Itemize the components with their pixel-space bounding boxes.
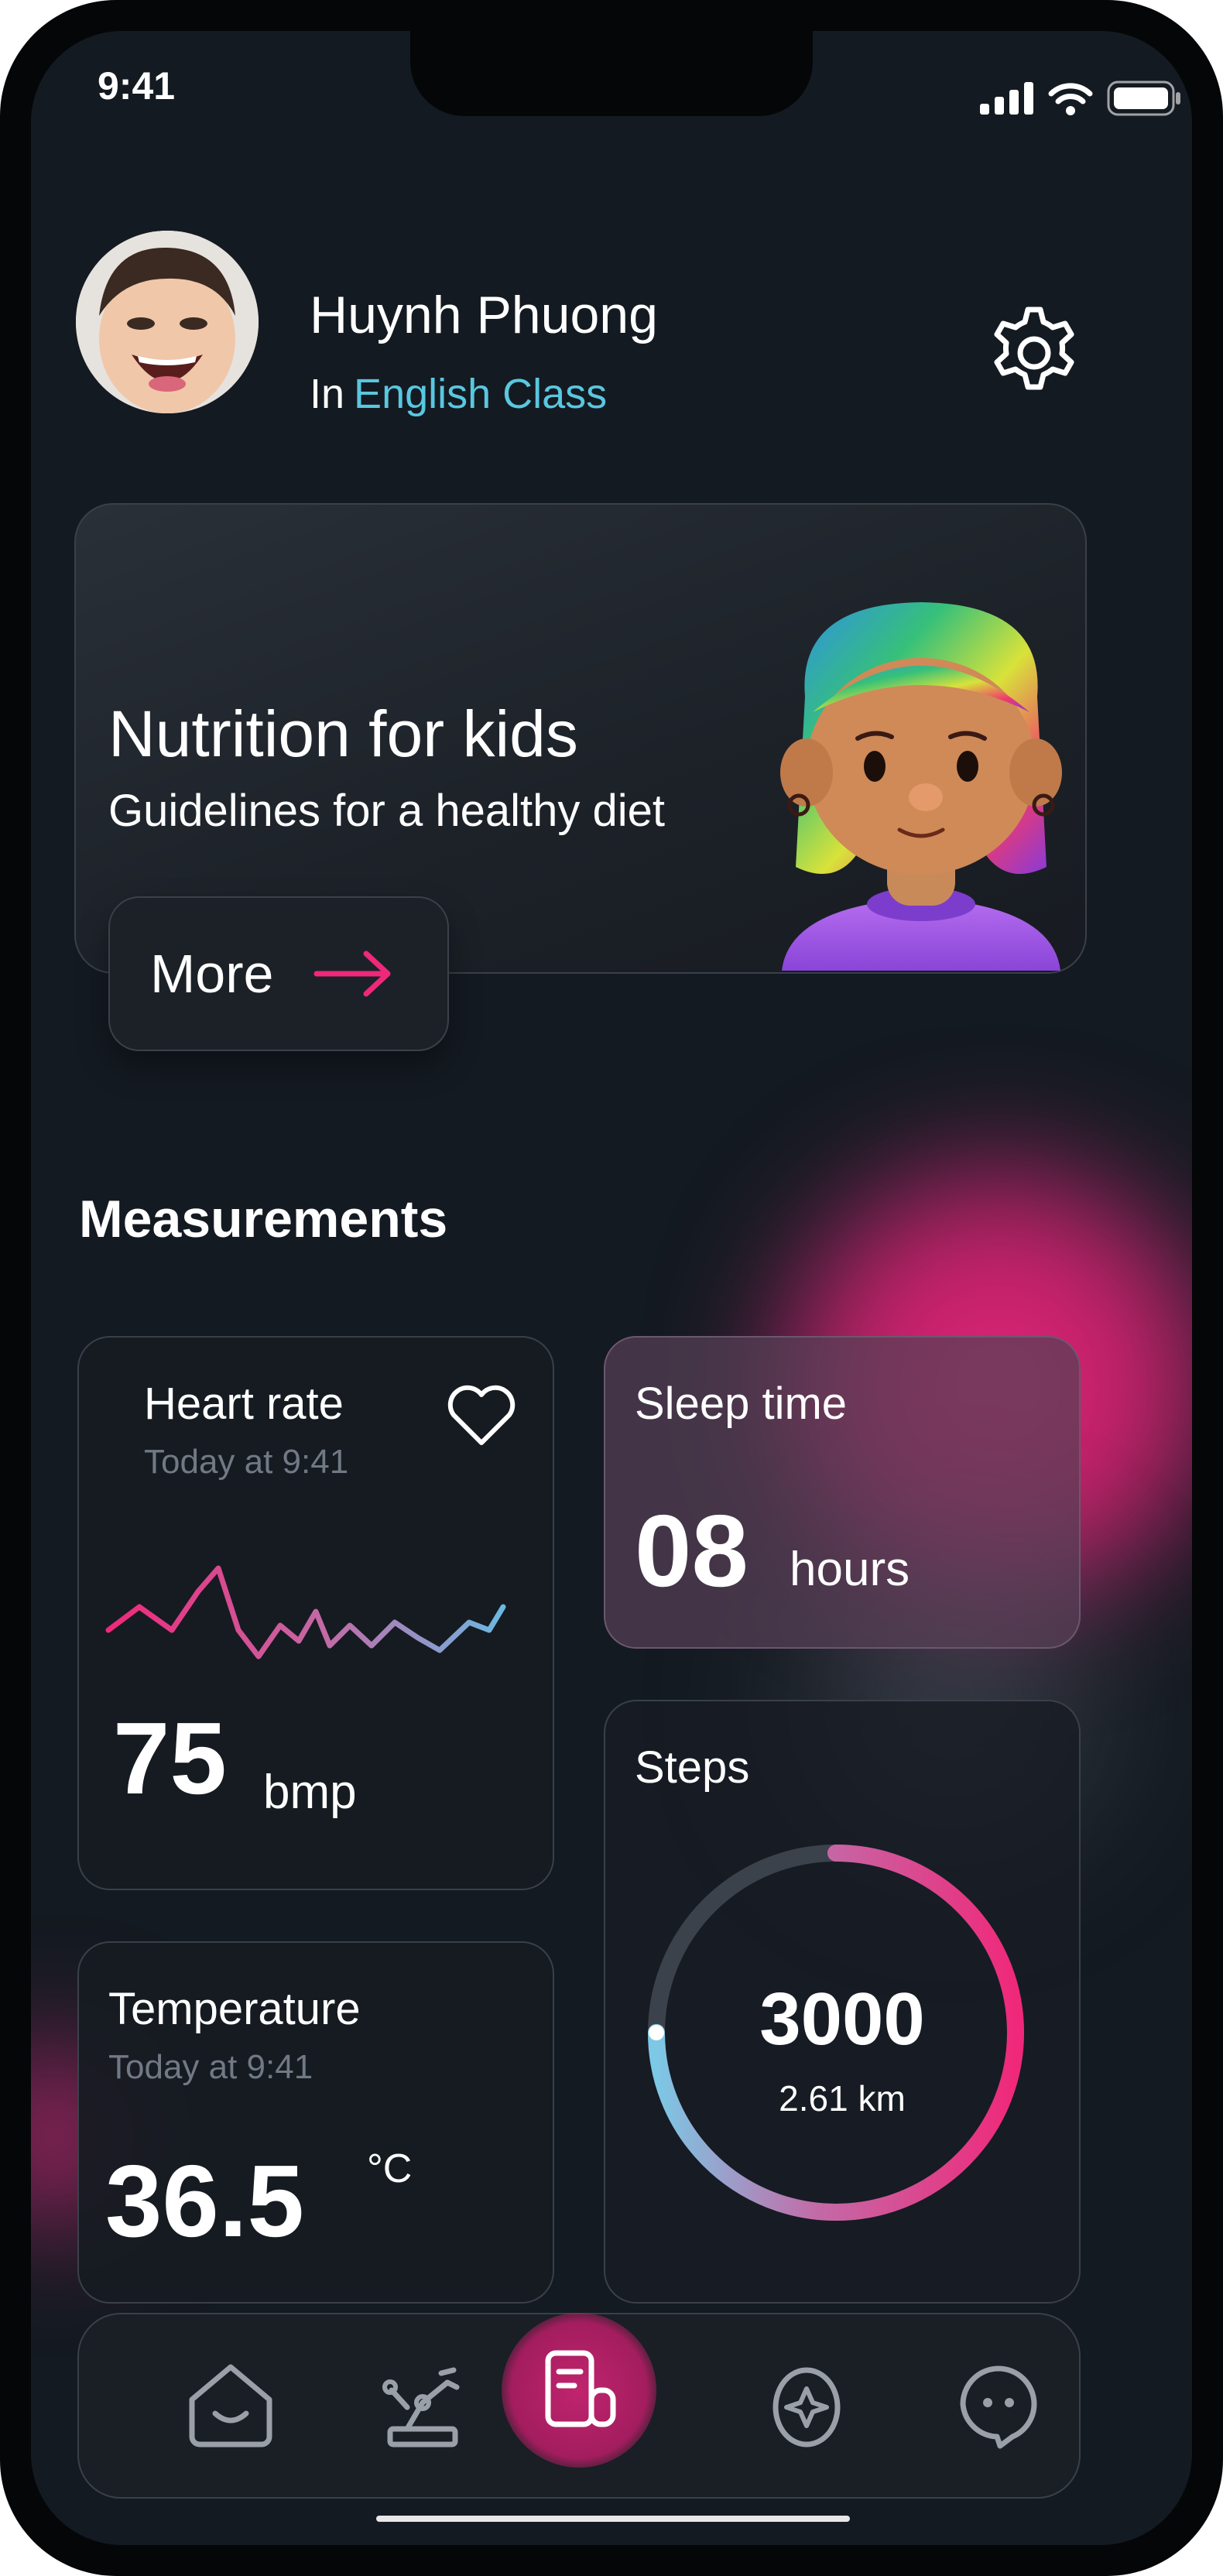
steps-value: 3000 xyxy=(759,1978,925,2060)
settings-button[interactable] xyxy=(985,303,1084,402)
class-prefix: In xyxy=(310,371,345,417)
more-button[interactable]: More xyxy=(108,896,449,1051)
status-time: 9:41 xyxy=(98,64,176,108)
girl-character-illustration xyxy=(743,573,1099,971)
nav-robot[interactable] xyxy=(362,2345,483,2466)
temperature-value: 36.5 xyxy=(105,2144,304,2258)
nav-home[interactable] xyxy=(170,2345,291,2466)
user-class-line: In English Class xyxy=(310,370,607,418)
banner-title: Nutrition for kids xyxy=(108,697,578,770)
notch xyxy=(410,31,813,116)
nav-report-active[interactable] xyxy=(502,2313,656,2468)
heart-rate-card[interactable]: Heart rate Today at 9:41 75 bmp xyxy=(77,1336,554,1890)
avatar[interactable] xyxy=(76,231,259,413)
user-name: Huynh Phuong xyxy=(310,286,658,344)
banner-subtitle: Guidelines for a healthy diet xyxy=(108,786,665,836)
signal-icon xyxy=(980,82,1033,115)
temperature-time: Today at 9:41 xyxy=(108,2048,313,2086)
status-icons xyxy=(980,80,1181,116)
home-indicator xyxy=(376,2516,850,2522)
explore-icon xyxy=(773,2367,841,2448)
measurements-title: Measurements xyxy=(79,1190,448,1249)
heart-rate-title: Heart rate xyxy=(144,1379,344,1429)
heart-rate-value: 75 xyxy=(113,1701,227,1815)
heart-rate-unit: bmp xyxy=(263,1766,357,1819)
steps-title: Steps xyxy=(635,1742,750,1793)
wifi-icon xyxy=(1048,83,1093,115)
steps-distance: 2.61 km xyxy=(779,2078,906,2119)
sleep-time-title: Sleep time xyxy=(635,1379,848,1429)
nav-chat[interactable] xyxy=(938,2345,1059,2466)
heart-rate-wave xyxy=(105,1565,506,1660)
sleep-time-value: 08 xyxy=(635,1494,749,1608)
home-icon xyxy=(189,2364,272,2448)
battery-icon xyxy=(1107,80,1180,116)
chat-icon xyxy=(960,2365,1037,2449)
robot-arm-icon xyxy=(382,2367,460,2448)
sleep-time-unit: hours xyxy=(790,1543,910,1596)
temperature-title: Temperature xyxy=(108,1984,361,2034)
child-face-illustration xyxy=(76,231,259,413)
arrow-right-icon xyxy=(313,951,391,997)
gear-icon xyxy=(994,307,1074,390)
temperature-unit: °C xyxy=(367,2146,413,2191)
heart-icon[interactable] xyxy=(446,1384,517,1447)
sleep-time-card[interactable]: Sleep time 08 hours xyxy=(604,1336,1081,1649)
class-link[interactable]: English Class xyxy=(354,371,607,417)
nav-explore[interactable] xyxy=(746,2345,867,2466)
heart-rate-time: Today at 9:41 xyxy=(144,1443,349,1481)
more-button-label: More xyxy=(150,944,274,1004)
report-icon xyxy=(545,2350,616,2427)
steps-card[interactable]: Steps 3000 2.61 km xyxy=(604,1700,1081,2304)
temperature-card[interactable]: Temperature Today at 9:41 36.5 °C xyxy=(77,1941,554,2304)
